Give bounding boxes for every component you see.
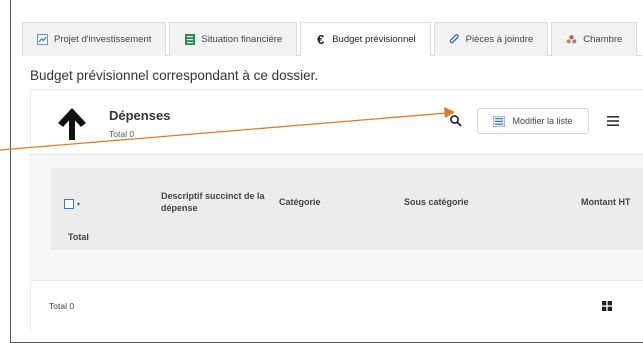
tab-situation-financiere[interactable]: Situation financière xyxy=(169,22,298,56)
hamburger-menu-icon[interactable] xyxy=(607,116,619,126)
panel-header: Dépenses Total 0 Modifier la liste xyxy=(31,90,643,155)
tab-label: Budget prévisionnel xyxy=(332,34,416,45)
line-chart-icon xyxy=(37,34,48,45)
tab-label: Situation financière xyxy=(201,34,283,45)
tab-bar: Projet d'investissement Situation financ… xyxy=(22,22,642,57)
column-header-descriptif[interactable]: Descriptif succinct de la dépense xyxy=(161,190,281,214)
spreadsheet-icon xyxy=(184,34,195,45)
caret-down-icon: ▾ xyxy=(77,201,81,208)
column-header-categorie[interactable]: Catégorie xyxy=(279,196,321,208)
footer-total: Total 0 xyxy=(49,301,75,311)
list-icon xyxy=(493,115,506,127)
euro-icon: € xyxy=(317,32,325,47)
page-intro-text: Budget prévisionnel correspondant à ce d… xyxy=(30,68,319,83)
checkbox-icon xyxy=(64,199,74,209)
expenses-table: ▾ Descriptif succinct de la dépense Caté… xyxy=(51,168,643,250)
tab-budget-previsionnel[interactable]: € Budget prévisionnel xyxy=(300,22,431,57)
column-header-montant-ht[interactable]: Montant HT xyxy=(581,196,631,208)
tab-chambre[interactable]: Chambre xyxy=(551,22,638,56)
grid-view-icon[interactable] xyxy=(602,301,612,311)
column-header-sous-categorie[interactable]: Sous catégorie xyxy=(404,196,469,208)
depenses-panel: Dépenses Total 0 Modifier la liste ▾ Des… xyxy=(30,89,643,334)
modify-list-label: Modifier la liste xyxy=(512,116,573,126)
arrow-up-icon xyxy=(58,108,86,140)
tab-projet-investissement[interactable]: Projet d'investissement xyxy=(22,22,167,56)
tab-label: Projet d'investissement xyxy=(54,34,152,45)
select-all-checkbox[interactable]: ▾ xyxy=(64,199,80,209)
tab-label: Chambre xyxy=(583,34,623,45)
panel-footer: Total 0 xyxy=(31,280,643,334)
modify-list-button[interactable]: Modifier la liste xyxy=(477,108,589,134)
search-icon[interactable] xyxy=(449,114,463,128)
table-total-label: Total xyxy=(68,232,89,242)
tab-pieces-a-joindre[interactable]: Pièces à joindre xyxy=(433,22,549,56)
people-icon xyxy=(566,34,577,45)
tab-label: Pièces à joindre xyxy=(465,34,534,45)
paperclip-icon xyxy=(449,34,460,45)
section-total: Total 0 xyxy=(109,129,135,139)
section-title: Dépenses xyxy=(109,108,171,123)
